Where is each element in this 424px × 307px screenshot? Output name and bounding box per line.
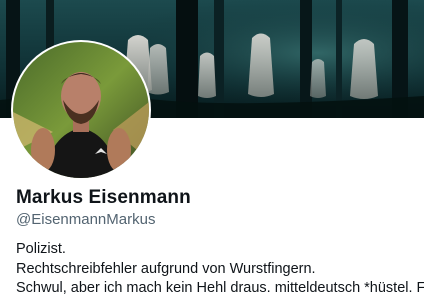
profile-handle: @EisenmannMarkus (16, 211, 156, 228)
profile-page: Markus Eisenmann @EisenmannMarkus Polizi… (0, 0, 424, 307)
profile-display-name: Markus Eisenmann (16, 187, 191, 208)
bio-line: Polizist. (16, 241, 66, 257)
bio-line: Rechtschreibfehler aufgrund von Wurstfin… (16, 260, 316, 277)
profile-avatar[interactable] (11, 40, 151, 180)
profile-bio: Polizist. Rechtschreibfehler aufgrund vo… (16, 240, 424, 299)
bio-line: Schwul, aber ich mach kein Hehl draus. m… (16, 280, 424, 296)
avatar-photo (13, 42, 149, 178)
